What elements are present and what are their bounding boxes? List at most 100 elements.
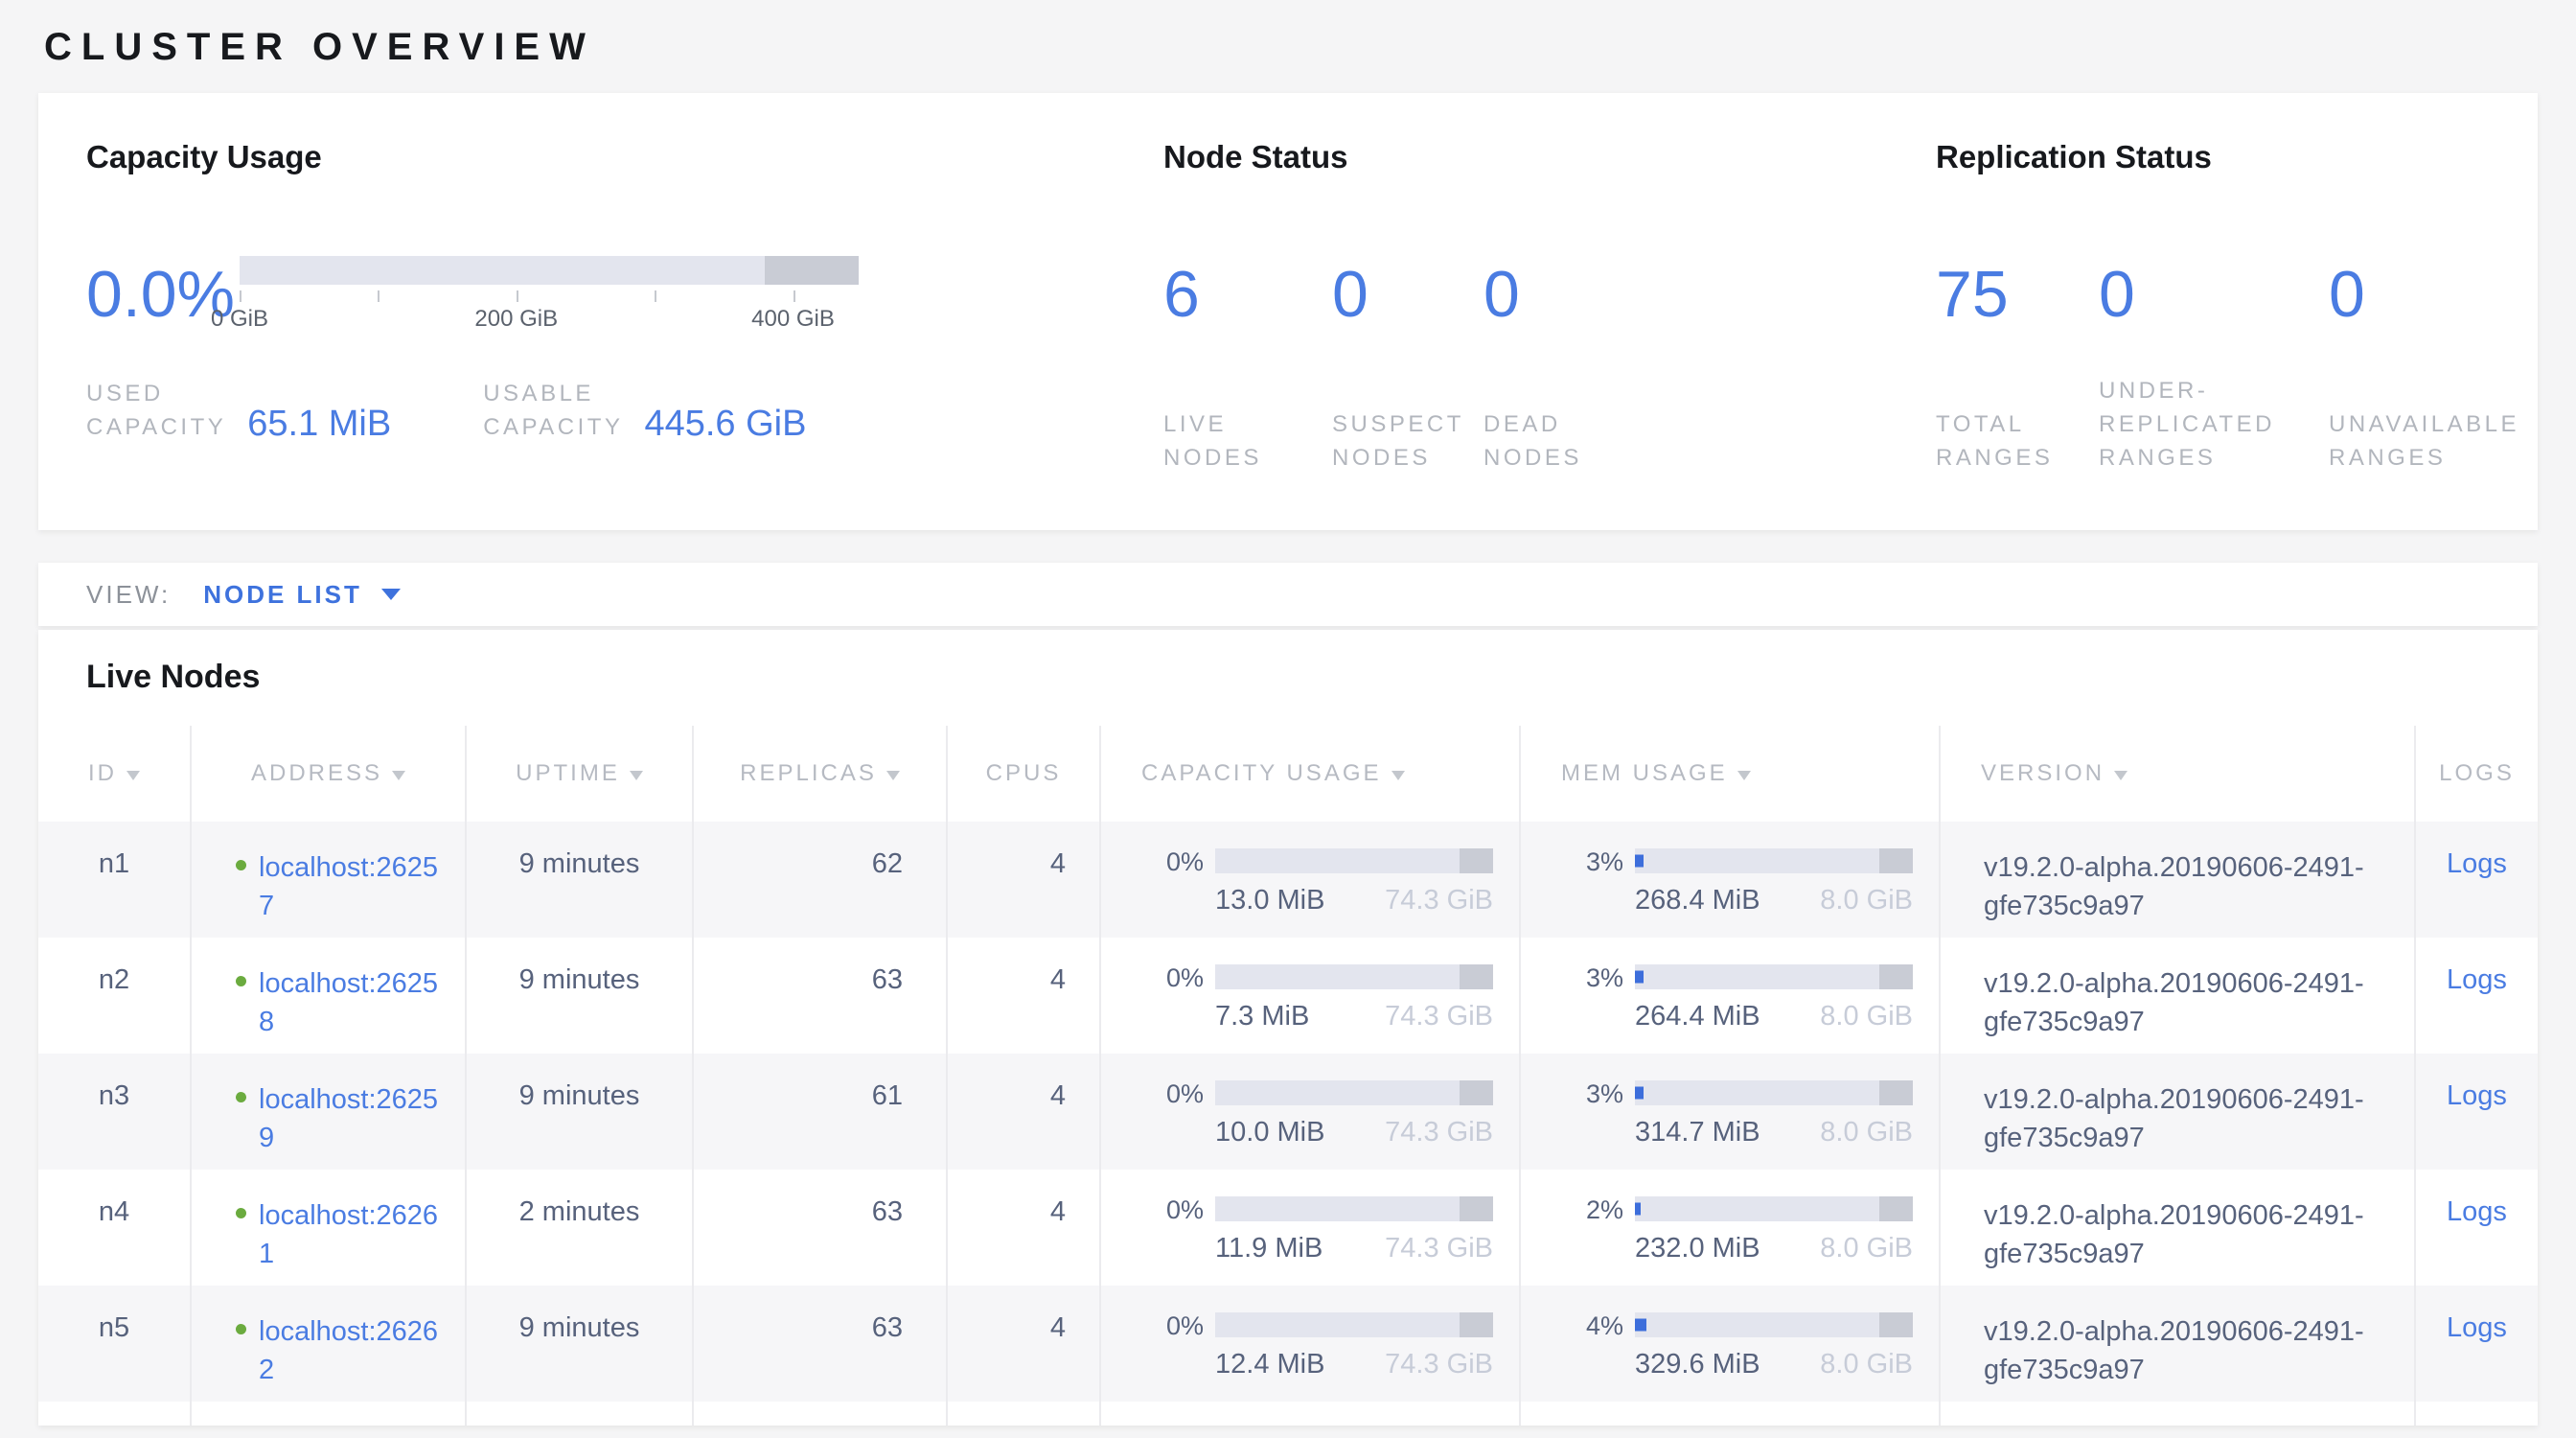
table-row: n5 localhost:26262 9 minutes 63 4 0% 12.… (38, 1286, 2538, 1402)
header-capacity-usage[interactable]: CAPACITY USAGE (1100, 726, 1520, 822)
sort-desc-icon (2114, 771, 2128, 780)
node-uptime-cell (466, 1402, 693, 1426)
header-id[interactable]: ID (38, 726, 191, 822)
mem-used-value: 314.7 MiB (1635, 1117, 1760, 1148)
live-nodes-label: LIVE NODES (1163, 407, 1332, 475)
capacity-percent-label: 0% (1144, 964, 1204, 991)
mem-percent-label: 2% (1564, 1196, 1623, 1223)
tick-label: 400 GiB (751, 306, 835, 333)
suspect-nodes-label: SUSPECT NODES (1332, 407, 1484, 475)
node-status-section: Node Status 6 0 0 LIVE NODES SUSPECT NOD… (1163, 137, 1936, 530)
node-cpus-cell: 4 (947, 938, 1100, 1054)
table-header-row: ID ADDRESS UPTIME REPLICAS CPUS CAPACITY… (38, 726, 2538, 822)
node-live-dot-icon (236, 1208, 246, 1218)
live-nodes-count: 6 (1163, 262, 1332, 327)
header-mem-usage[interactable]: MEM USAGE (1520, 726, 1940, 822)
cluster-overview-page: CLUSTER OVERVIEW Capacity Usage 0.0% (0, 0, 2576, 1438)
node-address-link[interactable]: localhost:26257 (259, 848, 446, 925)
node-capacity-usage-cell: 0% 12.4 MiB 74.3 GiB (1100, 1286, 1520, 1402)
node-version-cell: v19.2.0-alpha.20190606-2491-gfe735c9a97 (1940, 1286, 2415, 1402)
node-version-cell: v19.2.0-alpha.20190606-2491-gfe735c9a97 (1940, 938, 2415, 1054)
node-live-dot-icon (236, 860, 246, 870)
capacity-used-value: 7.3 MiB (1215, 1001, 1309, 1032)
unavailable-ranges-count: 0 (2329, 262, 2365, 327)
live-nodes-table: ID ADDRESS UPTIME REPLICAS CPUS CAPACITY… (38, 726, 2538, 1426)
mem-reserved-segment (1879, 1196, 1913, 1221)
node-version-text: v19.2.0-alpha.20190606-2491-gfe735c9a97 (1984, 964, 2379, 1041)
capacity-usage-bar (1215, 964, 1493, 989)
table-row: n4 localhost:26261 2 minutes 63 4 0% 11.… (38, 1170, 2538, 1286)
sort-desc-icon (392, 771, 405, 780)
used-capacity-value: 65.1 MiB (247, 405, 391, 443)
node-replicas-cell: 61 (693, 1054, 947, 1170)
node-version-cell (1940, 1402, 2415, 1426)
header-uptime[interactable]: UPTIME (466, 726, 693, 822)
under-replicated-ranges-count: 0 (2099, 262, 2329, 327)
node-capacity-usage-cell: 0% 10.0 MiB 74.3 GiB (1100, 1054, 1520, 1170)
node-mem-usage-cell: 3% 264.4 MiB 8.0 GiB (1520, 938, 1940, 1054)
capacity-bar-reserved-segment (765, 256, 859, 285)
node-logs-cell: Logs (2415, 1170, 2538, 1286)
view-selector-dropdown[interactable]: NODE LIST (203, 580, 401, 610)
page-title: CLUSTER OVERVIEW (44, 27, 2576, 67)
node-mem-usage-cell: 3% 314.7 MiB 8.0 GiB (1520, 1054, 1940, 1170)
mem-used-value: 232.0 MiB (1635, 1233, 1760, 1264)
capacity-gauge: 0.0% 0 GiB 200 GiB 400 (86, 262, 1163, 327)
mem-percent-label: 3% (1564, 1080, 1623, 1107)
total-ranges-label: TOTAL RANGES (1936, 407, 2099, 475)
capacity-bar-ticks (240, 285, 859, 302)
node-id-cell: n2 (38, 938, 191, 1054)
node-status-labels: LIVE NODES SUSPECT NODES DEAD NODES (1163, 374, 1936, 475)
capacity-percent-label: 0% (1144, 848, 1204, 875)
total-ranges-count: 75 (1936, 262, 2099, 327)
node-status-title: Node Status (1163, 137, 1936, 176)
node-capacity-usage-cell: 0% 13.0 MiB 74.3 GiB (1100, 822, 1520, 938)
node-logs-link[interactable]: Logs (2447, 1196, 2507, 1227)
capacity-usage-title: Capacity Usage (86, 137, 1163, 176)
node-replicas-cell: 63 (693, 938, 947, 1054)
sort-desc-icon (126, 771, 140, 780)
mem-reserved-segment (1879, 848, 1913, 873)
node-id-cell: n3 (38, 1054, 191, 1170)
mem-usage-fill (1635, 1203, 1641, 1216)
sort-desc-icon (1737, 771, 1751, 780)
node-address-link[interactable]: localhost:26258 (259, 964, 446, 1041)
node-address-link[interactable]: localhost:26261 (259, 1196, 446, 1273)
sort-desc-icon (630, 771, 643, 780)
capacity-percent-label: 0% (1144, 1080, 1204, 1107)
tick-mark (655, 290, 656, 302)
node-id-cell: n4 (38, 1170, 191, 1286)
chevron-down-icon (381, 589, 401, 600)
used-capacity-label: USED CAPACITY (86, 377, 226, 444)
capacity-bar: 0 GiB 200 GiB 400 GiB (240, 256, 859, 333)
live-nodes-card: Live Nodes ID ADDRESS UPTIME REPLICAS CP… (38, 630, 2538, 1426)
header-address[interactable]: ADDRESS (191, 726, 466, 822)
suspect-nodes-count: 0 (1332, 262, 1484, 327)
mem-reserved-segment (1879, 1312, 1913, 1337)
node-replicas-cell: 63 (693, 1286, 947, 1402)
node-mem-usage-cell: 2% 232.0 MiB 8.0 GiB (1520, 1170, 1940, 1286)
capacity-used-value: 12.4 MiB (1215, 1349, 1324, 1380)
header-version[interactable]: VERSION (1940, 726, 2415, 822)
capacity-reserved-segment (1460, 1080, 1493, 1105)
node-logs-link[interactable]: Logs (2447, 964, 2507, 995)
node-live-dot-icon (236, 976, 246, 986)
node-logs-link[interactable]: Logs (2447, 1080, 2507, 1111)
mem-usage-bar (1635, 848, 1913, 873)
node-logs-link[interactable]: Logs (2447, 1312, 2507, 1343)
node-logs-cell: Logs (2415, 822, 2538, 938)
node-address-link[interactable]: localhost:26259 (259, 1080, 446, 1157)
node-address-link[interactable]: localhost:26262 (259, 1312, 446, 1389)
node-logs-link[interactable]: Logs (2447, 848, 2507, 879)
mem-total-value: 8.0 GiB (1820, 1349, 1913, 1380)
capacity-total-value: 74.3 GiB (1385, 1117, 1493, 1148)
sort-desc-icon (886, 771, 900, 780)
table-row: n1 localhost:26257 9 minutes 62 4 0% 13.… (38, 822, 2538, 938)
capacity-percent-label: 0% (1144, 1312, 1204, 1339)
node-version-text: v19.2.0-alpha.20190606-2491-gfe735c9a97 (1984, 848, 2379, 925)
header-cpus[interactable]: CPUS (947, 726, 1100, 822)
node-cpus-cell: 4 (947, 1170, 1100, 1286)
node-replicas-cell: 63 (693, 1170, 947, 1286)
capacity-usage-bar (1215, 1080, 1493, 1105)
header-replicas[interactable]: REPLICAS (693, 726, 947, 822)
